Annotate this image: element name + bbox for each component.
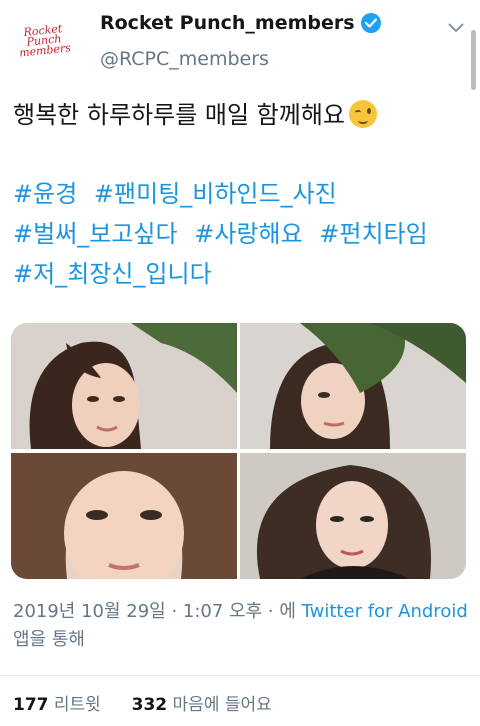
hashtag-list: #윤경 #팬미팅_비하인드_사진 #벌써_보고싶다 #사랑해요 #펀치타임 #저… [13,174,473,294]
hashtag-link[interactable]: #팬미팅_비하인드_사진 [94,180,337,208]
photo-1[interactable] [11,323,237,449]
source-link[interactable]: Twitter for Android [302,601,468,622]
tweet-meta: 2019년 10월 29일 · 1:07 오후 · 에 Twitter for … [13,598,468,654]
hashtag-line: #벌써_보고싶다 #사랑해요 #펀치타임 [13,214,473,254]
display-name[interactable]: Rocket Punch_members [100,12,381,34]
photo-2[interactable] [240,323,466,449]
hashtag-link[interactable]: #펀치타임 [319,220,427,248]
hashtag-link[interactable]: #사랑해요 [194,220,302,248]
source-suffix: 앱을 통해 [13,629,85,650]
hashtag-line: #저_최장신_입니다 [13,254,473,294]
retweets-label[interactable]: 리트윗 [54,695,101,715]
timestamp[interactable]: 2019년 10월 29일 · 1:07 오후 · 에 [13,601,296,622]
divider [0,675,480,676]
tweet-text: 행복한 하루하루를 매일 함께해요 [13,98,468,132]
hashtag-line: #윤경 #팬미팅_비하인드_사진 [13,174,473,214]
likes-label[interactable]: 마음에 들어요 [173,695,272,715]
display-name-text[interactable]: Rocket Punch_members [100,12,355,34]
hashtag-link[interactable]: #윤경 [13,180,77,208]
media-grid [11,323,466,579]
handle[interactable]: @RCPC_members [100,48,269,70]
hashtag-link[interactable]: #저_최장신_입니다 [13,260,212,288]
photo-3[interactable] [11,453,237,579]
verified-badge-icon [360,13,381,33]
tweet-stats: 177 리트윗 332 마음에 들어요 [13,690,272,715]
winking-face-emoji-icon [349,100,378,128]
tweet-header: Rocket Punch members Rocket Punch_member… [0,0,480,90]
avatar[interactable]: Rocket Punch members [12,14,76,68]
hashtag-link[interactable]: #벌써_보고싶다 [13,220,178,248]
tweet-body: 행복한 하루하루를 매일 함께해요 [13,101,346,129]
photo-4[interactable] [240,453,466,579]
scrollbar[interactable] [471,30,476,90]
likes-count[interactable]: 332 [132,695,168,715]
avatar-logo: Rocket Punch members [11,22,78,60]
chevron-down-icon[interactable] [448,18,464,37]
retweets-count[interactable]: 177 [13,695,49,715]
